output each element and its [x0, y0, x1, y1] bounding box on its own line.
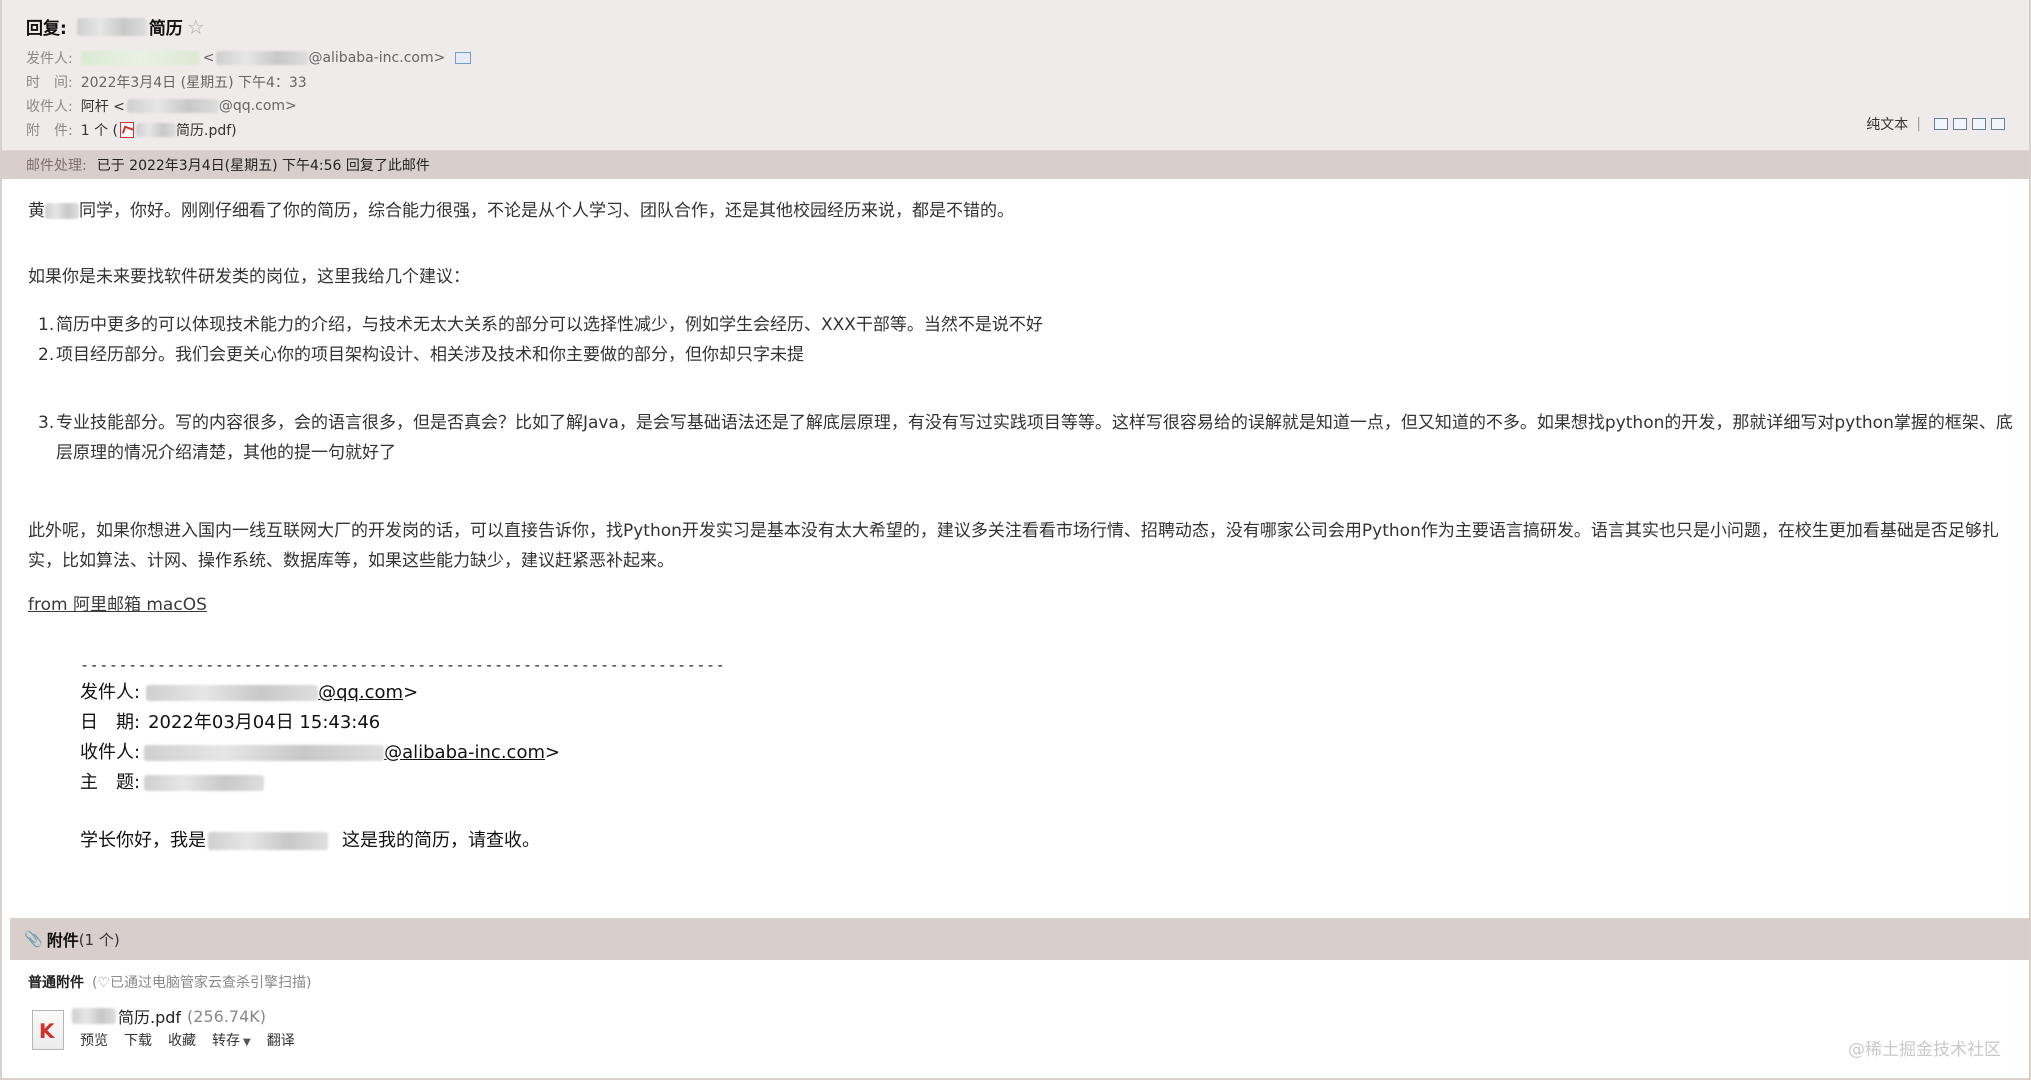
- attach-row: 附 件: 1 个 ( 简历.pdf): [26, 120, 237, 140]
- redacted-quote-sender-name: [208, 832, 328, 850]
- chevron-down-icon: ▼: [243, 1037, 251, 1048]
- view-toolbar: 纯文本 |: [1866, 114, 2005, 134]
- download-button[interactable]: 下载: [124, 1030, 152, 1050]
- subject-suffix: 简历: [148, 19, 183, 39]
- quote-from-row: 发件人: @qq.com >: [80, 678, 725, 708]
- redacted-sender-name: [80, 51, 199, 65]
- subject-row: 回复: 简历 ☆: [26, 14, 205, 40]
- pdf-icon: [120, 122, 134, 138]
- attachment-section: 普通附件 (♡已通过电脑管家云查杀引擎扫描): [28, 972, 311, 992]
- signature-link[interactable]: from 阿里邮箱 macOS: [28, 595, 207, 615]
- quoted-message: ----------------------------------------…: [80, 650, 725, 856]
- redacted-quote-recipient: [144, 745, 385, 761]
- attach-count: 1 个 (: [80, 123, 118, 139]
- from-bracket: <: [202, 50, 215, 66]
- mail-body: 黄 同学，你好。刚刚仔细看了你的简历，综合能力很强，不论是从个人学习、团队合作，还…: [28, 196, 2018, 620]
- to-name[interactable]: 阿杆 <: [81, 96, 125, 116]
- quote-date-row: 日 期: 2022年03月04日 15:43:46: [80, 708, 725, 738]
- processing-label: 邮件处理:: [26, 158, 87, 174]
- attach-label: 附 件:: [26, 123, 73, 139]
- preview-button[interactable]: 预览: [80, 1030, 108, 1050]
- redacted-recipient-address: [126, 99, 219, 113]
- quote-to-label: 收件人:: [80, 742, 141, 763]
- paperclip-icon: 📎: [24, 930, 43, 948]
- new-window-icon[interactable]: [1934, 118, 1948, 130]
- quote-subject-row: 主 题:: [80, 768, 725, 798]
- advice-list: 1. 简历中更多的可以体现技术能力的介绍，与技术无太大关系的部分可以选择性减少，…: [28, 310, 2018, 468]
- quote-message: 学长你好，我是 这是我的简历，请查收。: [80, 826, 725, 856]
- time-value: 2022年3月4日 (星期五) 下午4：33: [80, 75, 307, 91]
- intro-paragraph: 如果你是未来要找软件研发类的岗位，这里我给几个建议：: [28, 267, 470, 287]
- quote-subject-label: 主 题:: [80, 772, 141, 793]
- redacted-sender-address: [216, 51, 309, 65]
- from-domain[interactable]: @alibaba-inc.com>: [308, 50, 445, 66]
- redacted-name: [45, 203, 79, 219]
- attach-file-link[interactable]: 简历.pdf): [176, 120, 237, 140]
- quote-date-value: 2022年03月04日 15:43:46: [148, 712, 381, 733]
- redacted-attachment-name: [136, 123, 176, 137]
- greeting-paragraph: 黄 同学，你好。刚刚仔细看了你的简历，综合能力很强，不论是从个人学习、团队合作，还…: [28, 196, 2018, 226]
- time-label: 时 间:: [26, 75, 73, 91]
- time-row: 时 间: 2022年3月4日 (星期五) 下午4：33: [26, 72, 307, 92]
- save-to-button[interactable]: 转存 ▼: [212, 1030, 251, 1050]
- quote-message-start: 学长你好，我是: [80, 830, 206, 851]
- subject-prefix: 回复:: [26, 19, 67, 39]
- from-row: 发件人: < @alibaba-inc.com>: [26, 48, 472, 68]
- attachment-file-size: (256.74K): [187, 1006, 267, 1026]
- toolbar-separator: |: [1916, 116, 1921, 132]
- export-icon[interactable]: [1972, 118, 1986, 130]
- redacted-file-prefix: [72, 1008, 116, 1024]
- advice-item: 3. 专业技能部分。写的内容很多，会的语言很多，但是否真会？比如了解Java，是…: [38, 413, 2013, 463]
- watermark: @稀土掘金技术社区: [1848, 1040, 2001, 1060]
- mail-header: 回复: 简历 ☆ 发件人: < @alibaba-inc.com> 时 间: 2…: [2, 0, 2029, 151]
- quote-to-link[interactable]: @alibaba-inc.com: [384, 738, 545, 768]
- to-row: 收件人: 阿杆 < @qq.com>: [26, 96, 297, 116]
- attachments-title: 附件: [46, 931, 79, 950]
- advice-item: 1. 简历中更多的可以体现技术能力的介绍，与技术无太大关系的部分可以选择性减少，…: [38, 315, 1043, 335]
- print-icon[interactable]: [1991, 118, 2005, 130]
- attachments-header: 📎 附件 (1 个): [10, 918, 2029, 960]
- quote-message-end: 这是我的简历，请查收。: [342, 830, 540, 851]
- attachment-file-name[interactable]: 简历.pdf: [118, 1004, 181, 1028]
- star-icon[interactable]: ☆: [187, 15, 205, 39]
- attachments-panel: 普通附件 (♡已通过电脑管家云查杀引擎扫描) K 简历.pdf (256.74K…: [10, 960, 2029, 1076]
- closing-paragraph: 此外呢，如果你想进入国内一线互联网大厂的开发岗的话，可以直接告诉你，找Pytho…: [28, 521, 1999, 571]
- attachment-file: 简历.pdf (256.74K): [72, 1004, 266, 1028]
- favorite-button[interactable]: 收藏: [168, 1030, 196, 1050]
- contact-card-icon[interactable]: [455, 52, 472, 64]
- scan-note: (♡已通过电脑管家云查杀引擎扫描): [92, 975, 312, 991]
- pdf-file-icon[interactable]: K: [32, 1010, 64, 1050]
- attachments-count: (1 个): [78, 930, 120, 949]
- to-domain: @qq.com>: [218, 98, 297, 114]
- translate-button[interactable]: 翻译: [267, 1030, 295, 1050]
- processing-status: 已于 2022年3月4日(星期五) 下午4:56 回复了此邮件: [96, 158, 430, 174]
- quote-date-label: 日 期:: [80, 712, 141, 733]
- from-label: 发件人:: [26, 51, 73, 67]
- greeting-text: 同学，你好。刚刚仔细看了你的简历，综合能力很强，不论是从个人学习、团队合作，还是…: [79, 201, 1014, 221]
- advice-item: 2. 项目经历部分。我们会更关心你的项目架构设计、相关涉及技术和你主要做的部分，…: [38, 345, 804, 365]
- quote-divider: ----------------------------------------…: [80, 656, 726, 674]
- redacted-quote-subject: [144, 775, 265, 791]
- plain-text-button[interactable]: 纯文本: [1866, 114, 1908, 134]
- full-view-icon[interactable]: [1953, 118, 1967, 130]
- quote-to-row: 收件人: @alibaba-inc.com >: [80, 738, 725, 768]
- email-window: 回复: 简历 ☆ 发件人: < @alibaba-inc.com> 时 间: 2…: [0, 0, 2031, 1080]
- attachment-actions: 预览 下载 收藏 转存 ▼ 翻译: [80, 1030, 295, 1050]
- attachment-section-label: 普通附件: [28, 975, 84, 991]
- redacted-quote-sender: [146, 685, 319, 701]
- quote-from-link[interactable]: @qq.com: [318, 678, 403, 708]
- mail-processing-bar: 邮件处理: 已于 2022年3月4日(星期五) 下午4:56 回复了此邮件: [2, 151, 2029, 179]
- signature-paragraph: from 阿里邮箱 macOS: [28, 590, 2018, 620]
- redacted-subject: [76, 17, 147, 36]
- quote-from-label: 发件人:: [80, 682, 141, 703]
- greeting-name: 黄: [28, 201, 45, 221]
- to-label: 收件人:: [26, 99, 73, 115]
